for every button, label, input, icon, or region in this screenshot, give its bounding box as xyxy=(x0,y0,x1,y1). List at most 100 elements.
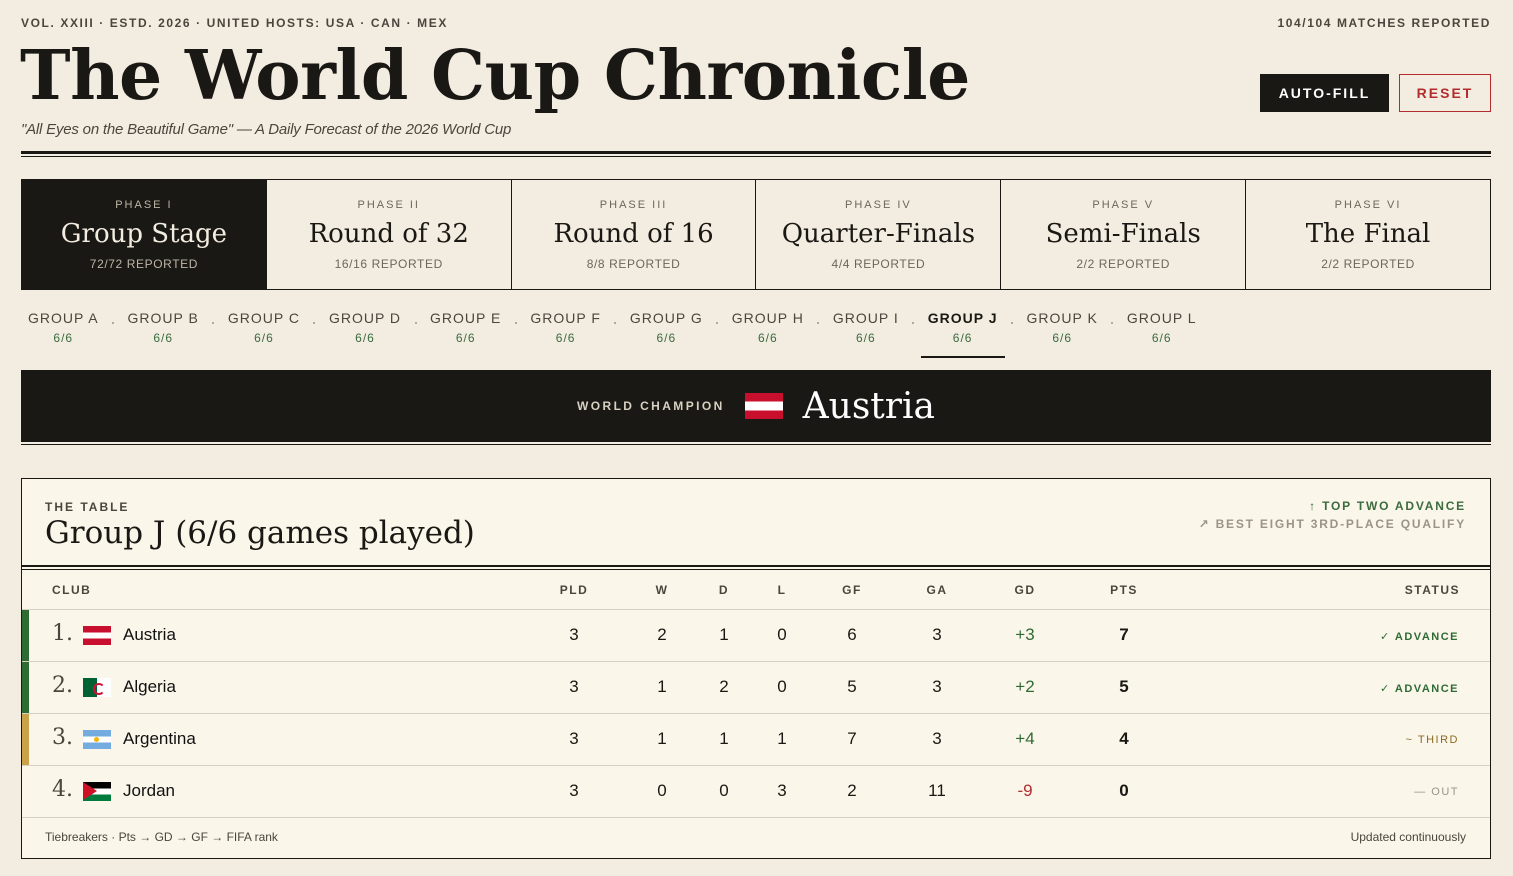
group-separator xyxy=(608,308,623,358)
table-row[interactable]: 4. Jordan 3 0 0 3 2 11 -9 0 — OUT xyxy=(22,766,1490,818)
group-separator xyxy=(106,308,121,358)
phase-name: Quarter-Finals xyxy=(781,219,976,249)
auto-fill-button[interactable]: AUTO-FILL xyxy=(1260,74,1389,112)
group-tab-label: GROUP F xyxy=(530,310,601,326)
cell-ga: 3 xyxy=(932,729,942,748)
phase-tab-the-final[interactable]: PHASE VI The Final 2/2 REPORTED xyxy=(1246,180,1490,289)
tiebreakers-note: Tiebreakers · Pts → GD → GF → FIFA rank xyxy=(45,830,278,844)
phase-name: The Final xyxy=(1305,219,1431,249)
table-row[interactable]: 3. Argentina 3 1 1 1 7 3 +4 4 ~ THIRD xyxy=(22,714,1490,766)
group-tab-label: GROUP A xyxy=(28,310,99,326)
edition-line: VOL. XXIII · ESTD. 2026 · UNITED HOSTS: … xyxy=(21,16,448,30)
header-gf: GF xyxy=(842,583,862,597)
cell-gf: 5 xyxy=(847,677,857,696)
cell-pld: 3 xyxy=(569,677,579,696)
team-name: Argentina xyxy=(123,729,196,748)
phase-tab-round-of-16[interactable]: PHASE III Round of 16 8/8 REPORTED xyxy=(512,180,757,289)
cell-w: 1 xyxy=(657,677,667,696)
cell-gf: 2 xyxy=(847,781,857,800)
team-name: Austria xyxy=(123,625,176,644)
austria-flag-icon xyxy=(744,393,783,419)
cell-d: 1 xyxy=(719,625,729,644)
group-tab-label: GROUP I xyxy=(832,310,899,326)
champion-name: Austria xyxy=(802,385,935,427)
reset-button[interactable]: RESET xyxy=(1399,74,1491,112)
position: 4. xyxy=(52,777,73,802)
algeria-flag-icon xyxy=(83,678,111,697)
advance-indicator xyxy=(22,610,29,661)
group-separator xyxy=(307,308,322,358)
group-tab-count: 6/6 xyxy=(855,331,876,345)
header-pld: PLD xyxy=(559,583,589,597)
phase-reported: 8/8 REPORTED xyxy=(586,257,681,271)
position: 3. xyxy=(52,725,73,750)
group-tab-l[interactable]: GROUP L 6/6 xyxy=(1120,308,1204,358)
group-tab-d[interactable]: GROUP D 6/6 xyxy=(322,308,408,358)
qualification-legend: ↑ TOP TWO ADVANCE ↗ BEST EIGHT 3RD-PLACE… xyxy=(1199,499,1466,531)
cell-gd: +3 xyxy=(1015,625,1035,644)
phase-name: Round of 16 xyxy=(553,219,714,249)
group-tab-c[interactable]: GROUP C 6/6 xyxy=(221,308,307,358)
group-tab-label: GROUP G xyxy=(629,310,703,326)
group-tab-g[interactable]: GROUP G 6/6 xyxy=(623,308,710,358)
phase-number: PHASE V xyxy=(1092,199,1155,211)
group-tab-label: GROUP J xyxy=(927,310,998,326)
group-tabs: GROUP A 6/6 GROUP B 6/6 GROUP C 6/6 GROU… xyxy=(21,308,1204,358)
cell-pld: 3 xyxy=(569,781,579,800)
header-w: W xyxy=(655,583,669,597)
cell-d: 0 xyxy=(719,781,729,800)
position: 1. xyxy=(52,621,73,646)
group-tab-i[interactable]: GROUP I 6/6 xyxy=(826,308,906,358)
masthead-topline: VOL. XXIII · ESTD. 2026 · UNITED HOSTS: … xyxy=(21,16,1491,30)
status-badge: — OUT xyxy=(1414,786,1459,798)
cell-d: 2 xyxy=(719,677,729,696)
phase-tab-round-of-32[interactable]: PHASE II Round of 32 16/16 REPORTED xyxy=(267,180,512,289)
group-separator xyxy=(206,308,221,358)
legend-advance: ↑ TOP TWO ADVANCE xyxy=(1309,499,1466,513)
out-indicator xyxy=(22,766,29,817)
header-d: D xyxy=(718,583,730,597)
cell-pts: 5 xyxy=(1119,677,1129,696)
phase-tab-semi-finals[interactable]: PHASE V Semi-Finals 2/2 REPORTED xyxy=(1001,180,1247,289)
header-ga: GA xyxy=(926,583,948,597)
phase-tab-group-stage[interactable]: PHASE I Group Stage 72/72 REPORTED xyxy=(22,180,267,289)
header-club: CLUB xyxy=(52,583,92,597)
phase-tab-quarter-finals[interactable]: PHASE IV Quarter-Finals 4/4 REPORTED xyxy=(756,180,1002,289)
status-badge: ~ THIRD xyxy=(1405,734,1459,746)
status-badge: ✓ ADVANCE xyxy=(1380,683,1459,695)
group-tab-count: 6/6 xyxy=(455,331,476,345)
group-tab-f[interactable]: GROUP F 6/6 xyxy=(523,308,608,358)
group-tab-label: GROUP H xyxy=(731,310,804,326)
table-row[interactable]: 1. Austria 3 2 1 0 6 3 +3 7 ✓ ADVANCE xyxy=(22,610,1490,662)
group-tab-label: GROUP C xyxy=(227,310,300,326)
group-tab-a[interactable]: GROUP A 6/6 xyxy=(21,308,106,358)
cell-gd: +2 xyxy=(1015,677,1035,696)
matches-reported: 104/104 MATCHES REPORTED xyxy=(1277,16,1491,30)
table-row[interactable]: 2. Algeria 3 1 2 0 5 3 +2 5 ✓ ADVANCE xyxy=(22,662,1490,714)
cell-d: 1 xyxy=(719,729,729,748)
group-tab-label: GROUP K xyxy=(1026,310,1098,326)
phase-reported: 2/2 REPORTED xyxy=(1321,257,1415,271)
champion-banner: WORLD CHAMPION Austria xyxy=(21,370,1491,442)
group-tab-count: 6/6 xyxy=(1151,331,1172,345)
phase-reported: 2/2 REPORTED xyxy=(1076,257,1171,271)
group-tab-j[interactable]: GROUP J 6/6 xyxy=(920,308,1005,358)
header-gd: GD xyxy=(1014,583,1036,597)
group-tab-k[interactable]: GROUP K 6/6 xyxy=(1020,308,1105,358)
group-tab-label: GROUP D xyxy=(328,310,402,326)
cell-l: 0 xyxy=(777,625,787,644)
group-tab-h[interactable]: GROUP H 6/6 xyxy=(725,308,811,358)
phase-reported: 16/16 REPORTED xyxy=(334,257,443,271)
cell-ga: 11 xyxy=(928,781,946,800)
group-tab-count: 6/6 xyxy=(656,331,677,345)
group-tab-e[interactable]: GROUP E 6/6 xyxy=(423,308,508,358)
cell-pld: 3 xyxy=(569,625,579,644)
phase-reported: 72/72 REPORTED xyxy=(89,257,199,271)
cell-w: 0 xyxy=(657,781,667,800)
phase-number: PHASE IV xyxy=(845,199,912,211)
status-badge: ✓ ADVANCE xyxy=(1380,631,1459,643)
page-title: The World Cup Chronicle xyxy=(20,36,970,116)
advance-indicator xyxy=(22,662,29,713)
group-tab-b[interactable]: GROUP B 6/6 xyxy=(121,308,206,358)
cell-l: 1 xyxy=(777,729,787,748)
